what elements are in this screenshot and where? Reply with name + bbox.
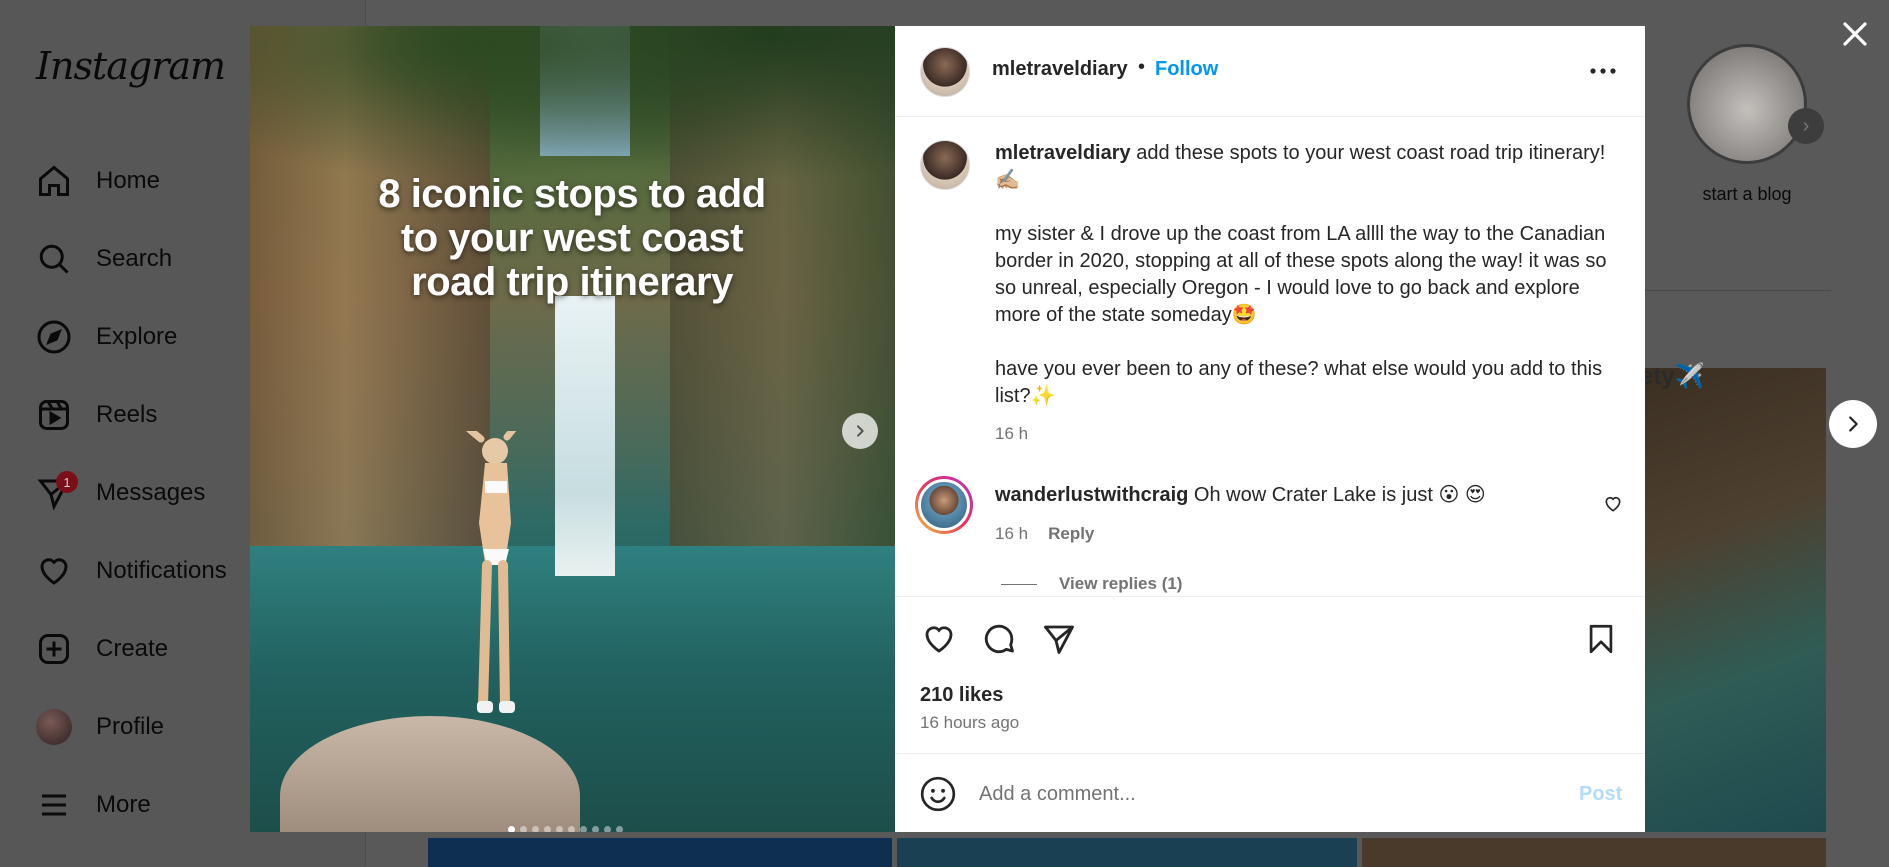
sidebar-item-messages[interactable]: 1 Messages bbox=[34, 468, 205, 518]
follow-button[interactable]: Follow bbox=[1155, 58, 1218, 81]
compass-icon bbox=[34, 317, 74, 357]
carousel-dot bbox=[556, 826, 563, 832]
emoji-icon[interactable] bbox=[919, 775, 957, 813]
save-button[interactable] bbox=[1581, 619, 1621, 659]
view-replies-label: View replies (1) bbox=[1059, 574, 1183, 593]
carousel-dot bbox=[508, 826, 515, 832]
waterfall bbox=[555, 296, 615, 576]
caption-text: add these spots to your west coast road … bbox=[995, 142, 1607, 407]
author-username[interactable]: mletraveldiary bbox=[992, 58, 1128, 81]
comment-username[interactable]: wanderlustwithcraig bbox=[995, 484, 1188, 506]
carousel-indicator bbox=[508, 826, 623, 832]
chevron-right-icon[interactable]: › bbox=[1788, 108, 1824, 144]
comment: wanderlustwithcraig Oh wow Crater Lake i… bbox=[995, 482, 1486, 507]
reply-button[interactable]: Reply bbox=[1048, 524, 1094, 544]
instagram-logo[interactable]: Instagram bbox=[36, 44, 226, 88]
sidebar-item-label: Reels bbox=[96, 401, 158, 428]
comment-meta: 16 h Reply bbox=[995, 524, 1094, 544]
caption-author-avatar[interactable] bbox=[920, 140, 970, 190]
next-post-button[interactable] bbox=[1829, 400, 1877, 448]
hamburger-icon bbox=[34, 785, 74, 825]
carousel-dot bbox=[568, 826, 575, 832]
comment-input[interactable] bbox=[979, 774, 1539, 814]
feed-tile[interactable] bbox=[1640, 368, 1826, 832]
caption: mletraveldiary add these spots to your w… bbox=[995, 140, 1620, 410]
view-replies-button[interactable]: View replies (1) bbox=[1001, 574, 1182, 594]
sidebar-item-label: Create bbox=[96, 635, 169, 662]
chevron-right-icon bbox=[1849, 416, 1858, 432]
bookmark-icon bbox=[1589, 624, 1613, 654]
media-overlay-title: 8 iconic stops to add to your west coast… bbox=[378, 172, 766, 304]
post-media-carousel[interactable]: 8 iconic stops to add to your west coast… bbox=[250, 26, 895, 832]
comments-list[interactable]: mletraveldiary add these spots to your w… bbox=[895, 118, 1645, 596]
post-comment-button[interactable]: Post bbox=[1579, 783, 1622, 806]
caption-username[interactable]: mletraveldiary bbox=[995, 142, 1131, 164]
sidebar-item-label: Home bbox=[96, 167, 161, 194]
feed-tile[interactable] bbox=[1362, 838, 1826, 867]
sidebar-item-more[interactable]: More bbox=[34, 780, 151, 830]
comment-button[interactable] bbox=[979, 619, 1019, 659]
sidebar-item-label: Messages bbox=[96, 479, 206, 506]
feed-tile-text: ety✈️ bbox=[1640, 363, 1705, 390]
author-avatar[interactable] bbox=[920, 47, 970, 97]
like-button[interactable] bbox=[919, 619, 959, 659]
search-icon bbox=[34, 239, 74, 279]
post-header: mletraveldiary • Follow bbox=[895, 26, 1645, 117]
carousel-dot bbox=[532, 826, 539, 832]
sidebar-item-label: Notifications bbox=[96, 557, 227, 584]
share-button[interactable] bbox=[1039, 619, 1079, 659]
heart-icon bbox=[34, 551, 74, 591]
post-details-panel: mletraveldiary • Follow mletraveldiary a… bbox=[895, 26, 1645, 832]
carousel-dot bbox=[604, 826, 611, 832]
feed-tile[interactable] bbox=[897, 838, 1357, 867]
separator-dot: • bbox=[1138, 56, 1146, 78]
suggested-story-label: start a blog bbox=[1702, 184, 1792, 204]
comment-composer: Post bbox=[895, 753, 1645, 832]
carousel-next-button[interactable] bbox=[842, 413, 878, 449]
chevron-right-icon bbox=[857, 425, 864, 437]
sidebar-item-reels[interactable]: Reels bbox=[34, 390, 157, 440]
sidebar-item-home[interactable]: Home bbox=[34, 156, 160, 206]
commenter-avatar[interactable] bbox=[915, 476, 973, 534]
heart-icon bbox=[925, 626, 953, 653]
sidebar-item-label: Search bbox=[96, 245, 173, 272]
reels-icon bbox=[34, 395, 74, 435]
comment-icon bbox=[984, 624, 1014, 654]
like-count[interactable]: 210 likes bbox=[920, 684, 1003, 707]
sidebar-item-label: More bbox=[96, 791, 151, 818]
avatar bbox=[36, 709, 72, 745]
sidebar-item-profile[interactable]: Profile bbox=[34, 702, 164, 752]
carousel-dot bbox=[520, 826, 527, 832]
post-actions: 210 likes 16 hours ago bbox=[895, 596, 1645, 750]
sidebar-item-explore[interactable]: Explore bbox=[34, 312, 177, 362]
carousel-dot bbox=[616, 826, 623, 832]
sidebar-item-label: Profile bbox=[96, 713, 165, 740]
carousel-dot bbox=[544, 826, 551, 832]
suggested-story-avatar[interactable] bbox=[1687, 44, 1807, 164]
person-figure bbox=[466, 431, 517, 713]
comment-timestamp[interactable]: 16 h bbox=[995, 524, 1028, 544]
like-comment-heart-icon[interactable] bbox=[1603, 494, 1623, 514]
plus-square-icon bbox=[34, 629, 74, 669]
messenger-icon: 1 bbox=[34, 471, 78, 513]
divider bbox=[1001, 583, 1037, 585]
send-icon bbox=[1044, 625, 1074, 654]
sidebar-item-search[interactable]: Search bbox=[34, 234, 172, 284]
sidebar-item-notifications[interactable]: Notifications bbox=[34, 546, 227, 596]
feed-tile[interactable] bbox=[428, 838, 892, 867]
more-options-button[interactable] bbox=[1585, 56, 1621, 86]
carousel-dot bbox=[580, 826, 587, 832]
more-horizontal-icon bbox=[1590, 68, 1616, 74]
home-icon bbox=[34, 161, 74, 201]
sidebar-item-create[interactable]: Create bbox=[34, 624, 168, 674]
post-timestamp[interactable]: 16 hours ago bbox=[920, 713, 1019, 733]
divider bbox=[1645, 290, 1831, 291]
comment-text: Oh wow Crater Lake is just 😮 😍 bbox=[1188, 484, 1486, 506]
close-modal-button[interactable] bbox=[1833, 12, 1877, 56]
carousel-dot bbox=[592, 826, 599, 832]
caption-timestamp[interactable]: 16 h bbox=[995, 424, 1028, 444]
sidebar-item-label: Explore bbox=[96, 323, 178, 350]
unread-badge: 1 bbox=[56, 471, 78, 493]
close-icon bbox=[1843, 22, 1867, 46]
